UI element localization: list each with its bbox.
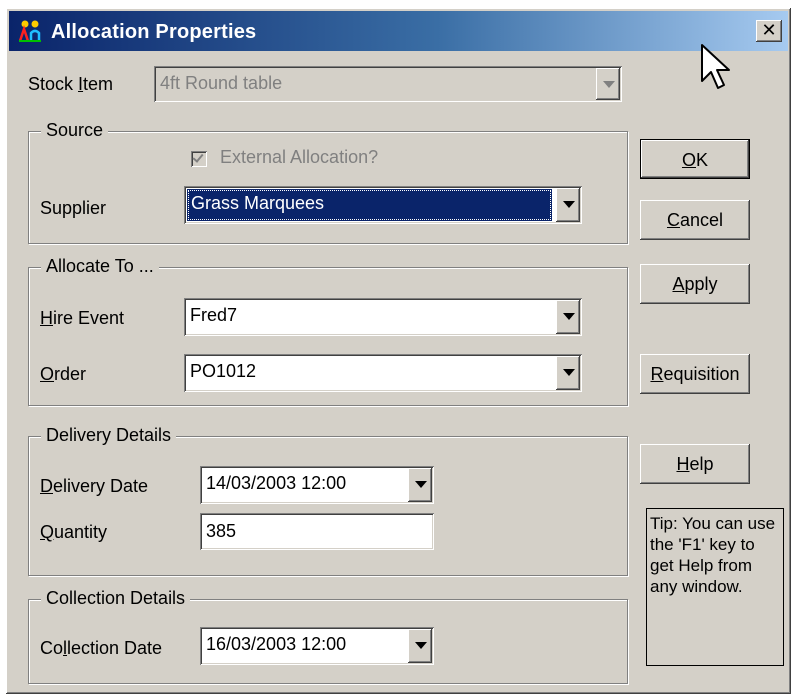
supplier-label: Supplier — [40, 198, 107, 218]
delivery-date-label: Delivery Date — [40, 476, 149, 496]
stock-item-value: 4ft Round table — [160, 73, 283, 93]
order-dropdown-icon[interactable] — [556, 356, 580, 390]
close-button[interactable]: ✕ — [756, 20, 782, 42]
cancel-button[interactable]: Cancel — [640, 200, 750, 240]
hire-event-label: Hire Event — [40, 308, 125, 328]
window-title: Allocation Properties — [51, 21, 257, 43]
stock-item-combo[interactable]: 4ft Round table — [154, 66, 622, 102]
stock-item-label: Stock Item — [28, 74, 114, 94]
quantity-input[interactable]: 385 — [200, 513, 434, 550]
delivery-details-group: Delivery Details — [28, 425, 628, 576]
quantity-value: 385 — [206, 521, 237, 541]
supplier-dropdown-icon[interactable] — [556, 188, 580, 222]
collection-details-legend: Collection Details — [41, 588, 191, 609]
collection-date-dropdown-icon[interactable] — [408, 629, 432, 663]
delivery-date-value: 14/03/2003 12:00 — [206, 473, 347, 493]
title-bar[interactable]: Allocation Properties ✕ — [9, 11, 788, 51]
order-value: PO1012 — [190, 361, 257, 381]
collection-date-picker[interactable]: 16/03/2003 12:00 — [200, 627, 434, 665]
source-legend: Source — [41, 120, 109, 141]
order-label: Order — [40, 364, 87, 384]
delivery-date-picker[interactable]: 14/03/2003 12:00 — [200, 466, 434, 504]
supplier-value: Grass Marquees — [191, 193, 325, 213]
collection-date-value: 16/03/2003 12:00 — [206, 634, 347, 654]
supplier-combo[interactable]: Grass Marquees — [184, 186, 582, 224]
ok-button[interactable]: OK — [640, 139, 750, 179]
external-allocation-checkbox[interactable] — [191, 151, 207, 167]
mouse-pointer-icon — [701, 44, 730, 89]
delivery-date-dropdown-icon[interactable] — [408, 468, 432, 502]
help-button[interactable]: Help — [640, 444, 750, 484]
requisition-button[interactable]: Requisition — [640, 354, 750, 394]
quantity-label: Quantity — [40, 522, 108, 542]
stock-item-dropdown-icon[interactable] — [596, 68, 620, 100]
tip-box: Tip: You can use the 'F1' key to get Hel… — [646, 508, 784, 666]
allocate-to-legend: Allocate To ... — [41, 256, 159, 277]
hire-event-value: Fred7 — [190, 305, 238, 325]
hire-event-dropdown-icon[interactable] — [556, 300, 580, 334]
allocation-app-icon — [18, 20, 41, 42]
close-icon: ✕ — [761, 20, 777, 40]
allocation-properties-dialog: Allocation Properties ✕ Stock Item 4ft R… — [6, 8, 791, 694]
collection-date-label: Collection Date — [40, 638, 163, 658]
delivery-details-legend: Delivery Details — [41, 425, 177, 446]
order-combo[interactable]: PO1012 — [184, 354, 582, 392]
apply-button[interactable]: Apply — [640, 264, 750, 304]
external-allocation-label: External Allocation? — [220, 147, 379, 167]
hire-event-combo[interactable]: Fred7 — [184, 298, 582, 336]
supplier-selection: Grass Marquees — [187, 189, 552, 221]
